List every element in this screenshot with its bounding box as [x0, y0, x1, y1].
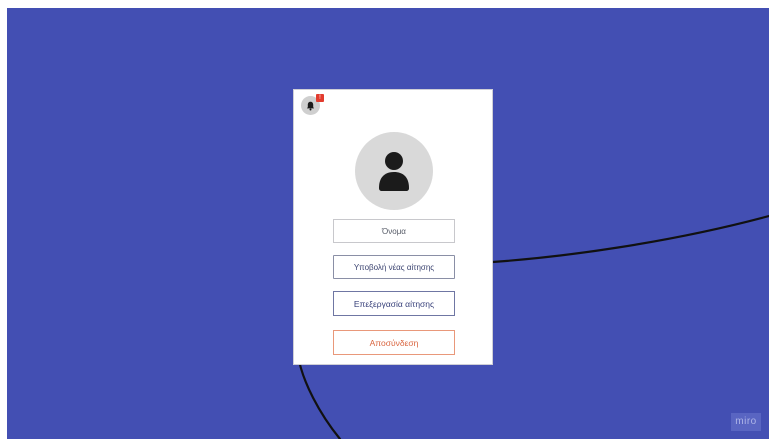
- notification-button[interactable]: !: [301, 94, 324, 115]
- new-application-button[interactable]: Υποβολή νέας αίτησης: [333, 255, 455, 279]
- user-avatar-icon: [379, 152, 409, 191]
- edit-application-button[interactable]: Επεξεργασία αίτησης: [333, 291, 455, 316]
- name-field[interactable]: Όνομα: [333, 219, 455, 243]
- logout-button[interactable]: Αποσύνδεση: [333, 330, 455, 355]
- bell-icon: [306, 101, 315, 110]
- mobile-frame-card[interactable]: ! Όνομα Υποβολή νέας αίτησης Επεξεργασία…: [293, 89, 493, 365]
- notification-badge: !: [316, 94, 324, 102]
- profile-avatar: [355, 132, 433, 210]
- miro-logo: miro: [731, 413, 761, 431]
